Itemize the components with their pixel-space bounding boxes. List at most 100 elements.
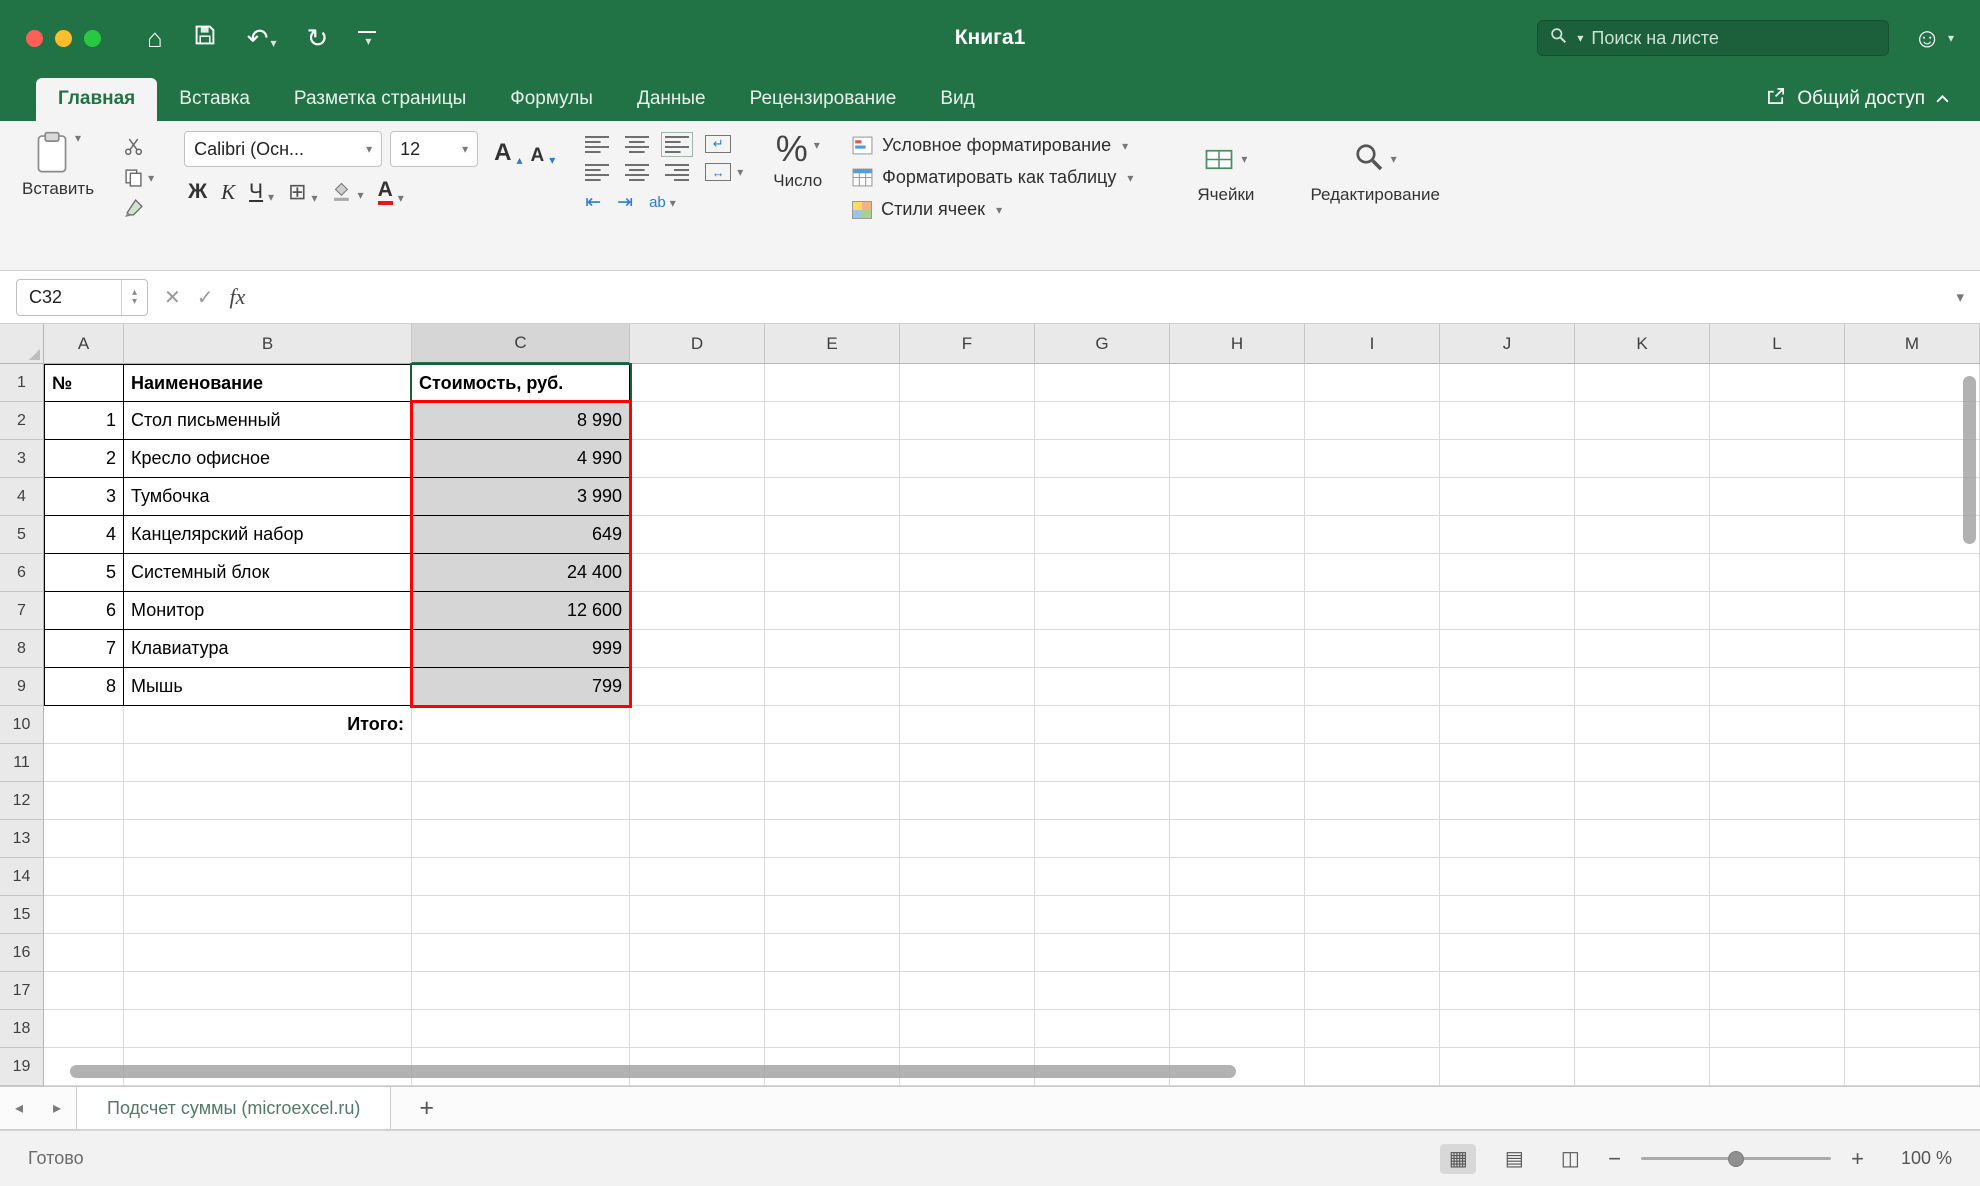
cell-G8[interactable] [1035,630,1170,668]
cell-A7[interactable]: 6 [44,592,124,630]
cell-G11[interactable] [1035,744,1170,782]
cell-I17[interactable] [1305,972,1440,1010]
cell-J8[interactable] [1440,630,1575,668]
tab-insert[interactable]: Вставка [157,78,272,121]
cell-G15[interactable] [1035,896,1170,934]
cell-I5[interactable] [1305,516,1440,554]
add-sheet-button[interactable]: + [391,1087,462,1129]
zoom-slider-thumb[interactable] [1728,1150,1745,1167]
cell-H5[interactable] [1170,516,1305,554]
cell-L3[interactable] [1710,440,1845,478]
cell-E16[interactable] [765,934,900,972]
col-header-K[interactable]: K [1575,324,1710,364]
cell-E17[interactable] [765,972,900,1010]
cell-C8[interactable]: 999 [412,630,630,668]
cell-C6[interactable]: 24 400 [412,554,630,592]
cell-H4[interactable] [1170,478,1305,516]
cell-H12[interactable] [1170,782,1305,820]
cell-J6[interactable] [1440,554,1575,592]
formula-input[interactable] [261,271,1940,323]
font-size-dropdown-icon[interactable]: ▾ [462,142,468,156]
align-bottom-button[interactable] [661,131,694,157]
cell-A18[interactable] [44,1010,124,1048]
redo-button[interactable]: ↻ [307,25,329,51]
cell-E11[interactable] [765,744,900,782]
borders-button[interactable]: ⊞ ▾ [288,179,317,205]
cell-M4[interactable] [1845,478,1980,516]
feedback-smiley-icon[interactable]: ☺ ▾ [1913,23,1954,54]
cell-J19[interactable] [1440,1048,1575,1086]
align-middle-button[interactable] [625,135,650,153]
cell-A10[interactable] [44,706,124,744]
cell-K15[interactable] [1575,896,1710,934]
cell-B6[interactable]: Системный блок [124,554,412,592]
vertical-scrollbar[interactable] [1963,376,1976,544]
cell-C7[interactable]: 12 600 [412,592,630,630]
col-header-A[interactable]: A [44,324,124,364]
cell-D11[interactable] [630,744,765,782]
paste-dropdown-icon[interactable]: ▾ [75,131,81,145]
cell-M1[interactable] [1845,364,1980,402]
page-layout-view-button[interactable]: ▤ [1496,1144,1532,1174]
cell-A16[interactable] [44,934,124,972]
cell-I4[interactable] [1305,478,1440,516]
row-header-8[interactable]: 8 [0,630,44,668]
row-header-11[interactable]: 11 [0,744,44,782]
cell-J14[interactable] [1440,858,1575,896]
row-header-12[interactable]: 12 [0,782,44,820]
cell-H6[interactable] [1170,554,1305,592]
cell-J13[interactable] [1440,820,1575,858]
align-top-button[interactable] [585,135,610,153]
close-window-button[interactable] [26,29,43,47]
cell-K14[interactable] [1575,858,1710,896]
normal-view-button[interactable]: ▦ [1440,1143,1477,1174]
cell-B18[interactable] [124,1010,412,1048]
row-header-5[interactable]: 5 [0,516,44,554]
cell-E5[interactable] [765,516,900,554]
conditional-formatting-button[interactable]: Условное форматирование ▾ [852,135,1128,156]
editing-dropdown-icon[interactable]: ▾ [1391,152,1397,166]
cell-D1[interactable] [630,364,765,402]
next-sheet-icon[interactable]: ▸ [38,1087,76,1129]
merge-center-button[interactable]: ↔ [705,163,732,181]
cell-C5[interactable]: 649 [412,516,630,554]
cell-M2[interactable] [1845,402,1980,440]
cell-H7[interactable] [1170,592,1305,630]
cell-C1[interactable]: Стоимость, руб. [412,364,630,402]
enter-check-icon[interactable]: ✓ [197,285,214,310]
copy-button[interactable]: ▾ [124,168,154,187]
cell-F6[interactable] [900,554,1035,592]
merge-dropdown-icon[interactable]: ▾ [737,165,743,179]
cell-F8[interactable] [900,630,1035,668]
cell-K4[interactable] [1575,478,1710,516]
cell-E6[interactable] [765,554,900,592]
name-box-stepper[interactable]: ▴ ▾ [121,279,147,315]
cell-M7[interactable] [1845,592,1980,630]
decrease-indent-button[interactable]: ⇤ [585,191,601,214]
cell-L12[interactable] [1710,782,1845,820]
cell-H18[interactable] [1170,1010,1305,1048]
horizontal-scrollbar[interactable] [70,1065,1236,1078]
font-size-select[interactable]: 12 ▾ [390,131,479,167]
collapse-ribbon-icon[interactable] [1935,88,1950,110]
cell-B16[interactable] [124,934,412,972]
cell-I2[interactable] [1305,402,1440,440]
cell-M10[interactable] [1845,706,1980,744]
cell-E7[interactable] [765,592,900,630]
cell-H17[interactable] [1170,972,1305,1010]
cell-A9[interactable]: 8 [44,668,124,706]
col-header-D[interactable]: D [630,324,765,364]
select-all-corner[interactable] [0,324,44,364]
cell-I11[interactable] [1305,744,1440,782]
cell-C2[interactable]: 8 990 [412,402,630,440]
tab-review[interactable]: Рецензирование [728,78,919,121]
cell-M17[interactable] [1845,972,1980,1010]
cell-D13[interactable] [630,820,765,858]
cell-A17[interactable] [44,972,124,1010]
cell-H10[interactable] [1170,706,1305,744]
col-header-M[interactable]: M [1845,324,1980,364]
cell-L2[interactable] [1710,402,1845,440]
col-header-I[interactable]: I [1305,324,1440,364]
cell-D4[interactable] [630,478,765,516]
cell-D8[interactable] [630,630,765,668]
